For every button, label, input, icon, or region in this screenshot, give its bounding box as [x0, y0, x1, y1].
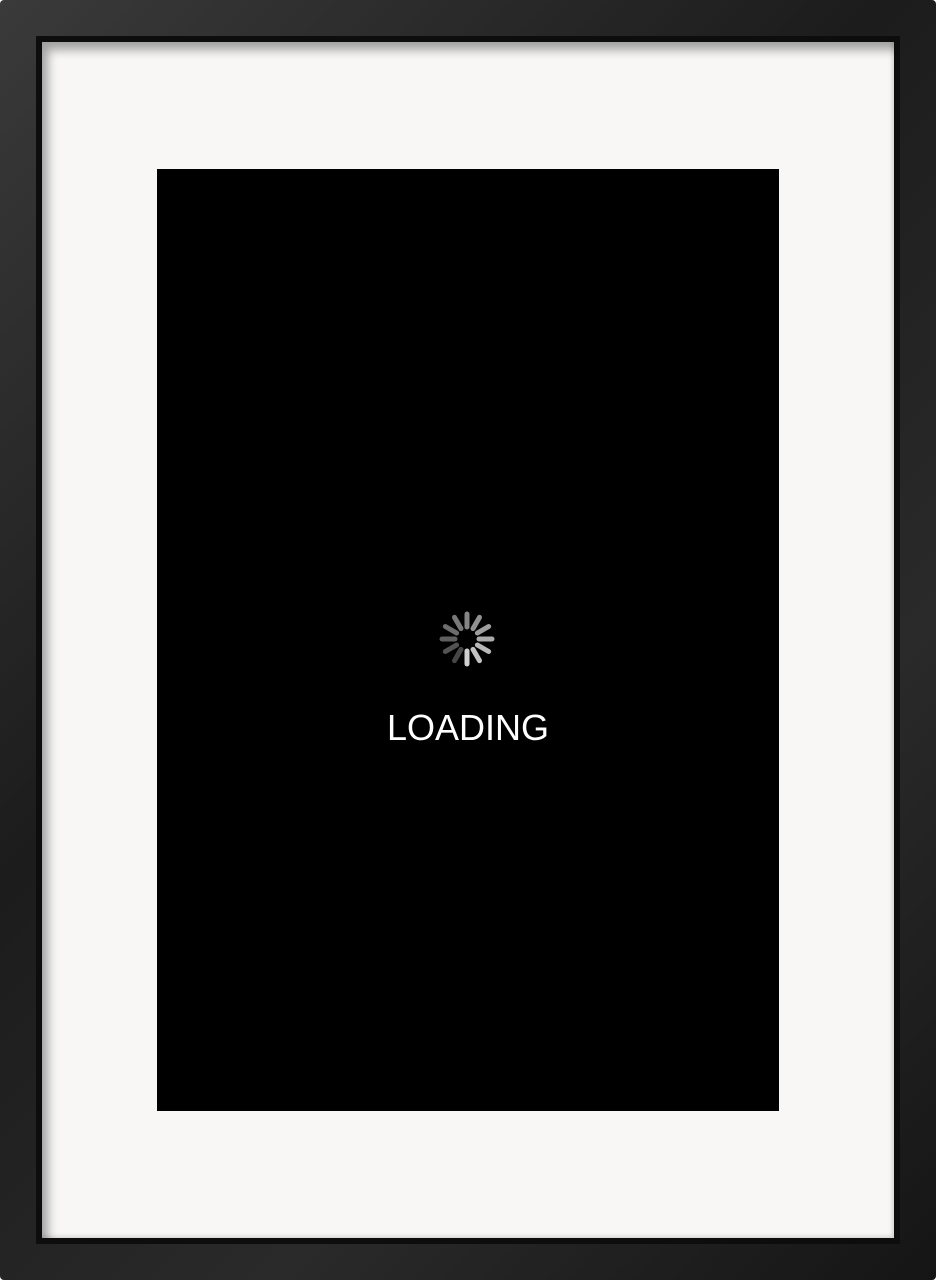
spinner-spoke — [474, 642, 492, 654]
spinner-spoke — [474, 624, 492, 636]
spinner-spoke — [452, 614, 464, 632]
loading-label: LOADING — [386, 707, 550, 748]
spinner-spoke — [442, 642, 460, 654]
spinner-spoke — [470, 646, 482, 664]
spinner-spoke — [452, 646, 464, 664]
activity-spinner-icon — [439, 611, 495, 667]
spinner-spoke — [470, 614, 482, 632]
spinner-spoke — [442, 624, 460, 636]
